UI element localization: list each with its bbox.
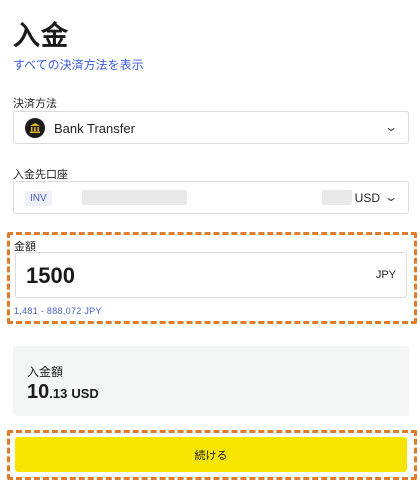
chevron-down-icon: ⌄	[383, 120, 399, 134]
page-title: 入金	[13, 21, 69, 51]
payment-method-select[interactable]: Bank Transfer ⌄	[13, 111, 409, 144]
amount-range-hint: 1,481 - 888,072 JPY	[14, 306, 102, 316]
account-type-badge: INV	[25, 191, 52, 206]
summary-value-integer: 10	[27, 381, 50, 403]
chevron-down-icon: ⌄	[383, 190, 399, 204]
continue-button[interactable]: 続ける	[15, 437, 407, 472]
payment-method-label: 決済方法	[13, 98, 57, 110]
amount-field[interactable]: JPY	[15, 252, 407, 298]
masked-account-number	[82, 190, 187, 205]
masked-balance	[322, 190, 352, 205]
deposit-account-label: 入金先口座	[13, 169, 68, 181]
payment-method-value: Bank Transfer	[54, 121, 135, 136]
deposit-account-select[interactable]: INV USD ⌄	[13, 181, 409, 214]
summary-value-decimal: .13	[49, 386, 68, 401]
amount-input[interactable]	[26, 263, 276, 289]
summary-label: 入金額	[27, 365, 64, 379]
bank-icon	[25, 118, 45, 138]
account-currency: USD	[354, 191, 380, 205]
summary-value: 10.13 USD	[27, 381, 99, 404]
deposit-summary: 入金額 10.13 USD	[13, 346, 409, 416]
show-all-methods-link[interactable]: すべての決済方法を表示	[13, 56, 144, 73]
amount-currency: JPY	[375, 269, 396, 281]
summary-currency: USD	[71, 386, 99, 401]
